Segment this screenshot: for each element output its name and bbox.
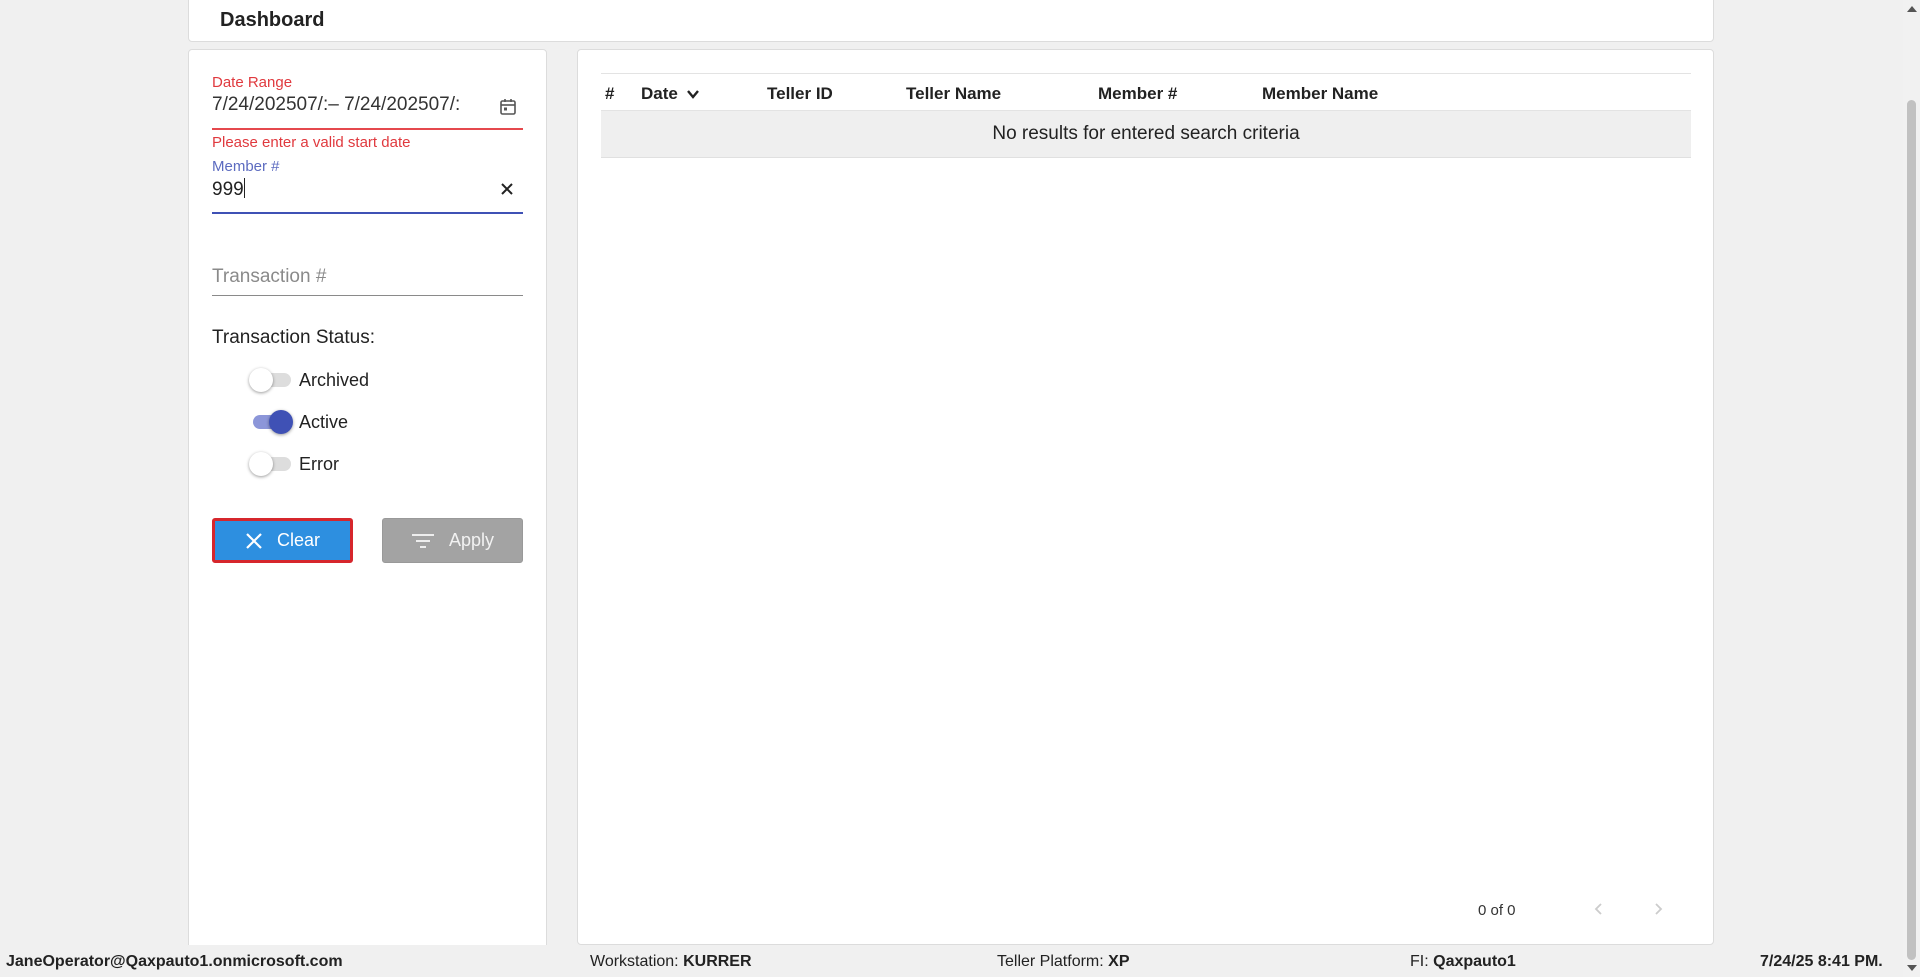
scroll-up-icon[interactable] xyxy=(1907,6,1917,12)
date-range-error: Please enter a valid start date xyxy=(212,134,411,151)
status-teller-platform: Teller Platform: XP xyxy=(997,953,1130,970)
column-header-date[interactable]: Date xyxy=(641,84,700,104)
apply-button-label: Apply xyxy=(448,530,495,550)
member-input[interactable]: 999 xyxy=(212,178,245,201)
archived-switch[interactable] xyxy=(249,366,293,394)
status-workstation: Workstation: KURRER xyxy=(590,953,752,970)
chevron-right-icon xyxy=(1655,903,1663,915)
text-caret xyxy=(243,178,245,198)
vertical-scrollbar[interactable] xyxy=(1903,0,1920,977)
clear-button-label: Clear xyxy=(276,530,320,550)
table-header: # Date Teller ID Teller Name Member # Me… xyxy=(601,73,1691,111)
results-panel: # Date Teller ID Teller Name Member # Me… xyxy=(577,49,1714,945)
no-results-message: No results for entered search criteria xyxy=(601,111,1691,158)
status-fi: FI: Qaxpauto1 xyxy=(1410,953,1516,970)
member-input-value: 999 xyxy=(212,179,244,200)
transaction-status-heading: Transaction Status: xyxy=(212,327,375,348)
scroll-down-icon[interactable] xyxy=(1907,965,1917,971)
transaction-placeholder: Transaction # xyxy=(212,266,327,287)
member-label: Member # xyxy=(212,158,280,175)
status-toggle-error[interactable]: Error xyxy=(249,450,339,478)
status-datetime: 7/24/25 8:41 PM. xyxy=(1760,953,1883,970)
transaction-field[interactable]: Transaction # xyxy=(212,262,523,296)
member-field[interactable]: Member # 999 xyxy=(212,158,523,214)
status-bar: JaneOperator@Qaxpauto1.onmicrosoft.com W… xyxy=(0,945,1900,977)
status-toggle-active[interactable]: Active xyxy=(249,408,348,436)
apply-button[interactable]: Apply xyxy=(382,518,523,563)
date-range-input[interactable]: 7/24/202507/:– 7/24/202507/: xyxy=(212,94,492,116)
pager-range: 0 of 0 xyxy=(1478,902,1516,919)
column-header-member-number[interactable]: Member # xyxy=(1098,84,1177,104)
page-title: Dashboard xyxy=(220,9,325,31)
archived-label: Archived xyxy=(299,369,370,390)
date-range-label: Date Range xyxy=(212,74,293,91)
chevron-down-icon xyxy=(686,90,699,99)
error-switch[interactable] xyxy=(249,450,293,478)
date-range-field[interactable]: Date Range 7/24/202507/:– 7/24/202507/: xyxy=(212,74,523,130)
scrollbar-thumb[interactable] xyxy=(1907,100,1916,960)
status-toggle-archived[interactable]: Archived xyxy=(249,366,369,394)
clear-button[interactable]: Clear xyxy=(212,518,353,563)
filter-panel: Date Range 7/24/202507/:– 7/24/202507/: … xyxy=(188,49,547,949)
header-card: Dashboard xyxy=(188,0,1714,42)
column-header-date-label: Date xyxy=(641,84,678,103)
active-label: Active xyxy=(299,411,349,432)
calendar-icon[interactable] xyxy=(499,98,517,116)
column-header-teller-id[interactable]: Teller ID xyxy=(767,84,833,104)
chevron-left-icon xyxy=(1594,903,1602,915)
filter-icon xyxy=(411,533,434,548)
close-icon[interactable] xyxy=(499,181,515,197)
active-switch[interactable] xyxy=(249,408,293,436)
column-header-number[interactable]: # xyxy=(605,84,614,104)
next-page-button[interactable] xyxy=(1648,899,1668,919)
column-header-teller-name[interactable]: Teller Name xyxy=(906,84,1001,104)
column-header-member-name[interactable]: Member Name xyxy=(1262,84,1378,104)
error-label: Error xyxy=(299,453,339,474)
prev-page-button[interactable] xyxy=(1589,899,1609,919)
close-icon xyxy=(246,532,262,549)
status-user: JaneOperator@Qaxpauto1.onmicrosoft.com xyxy=(6,953,343,970)
